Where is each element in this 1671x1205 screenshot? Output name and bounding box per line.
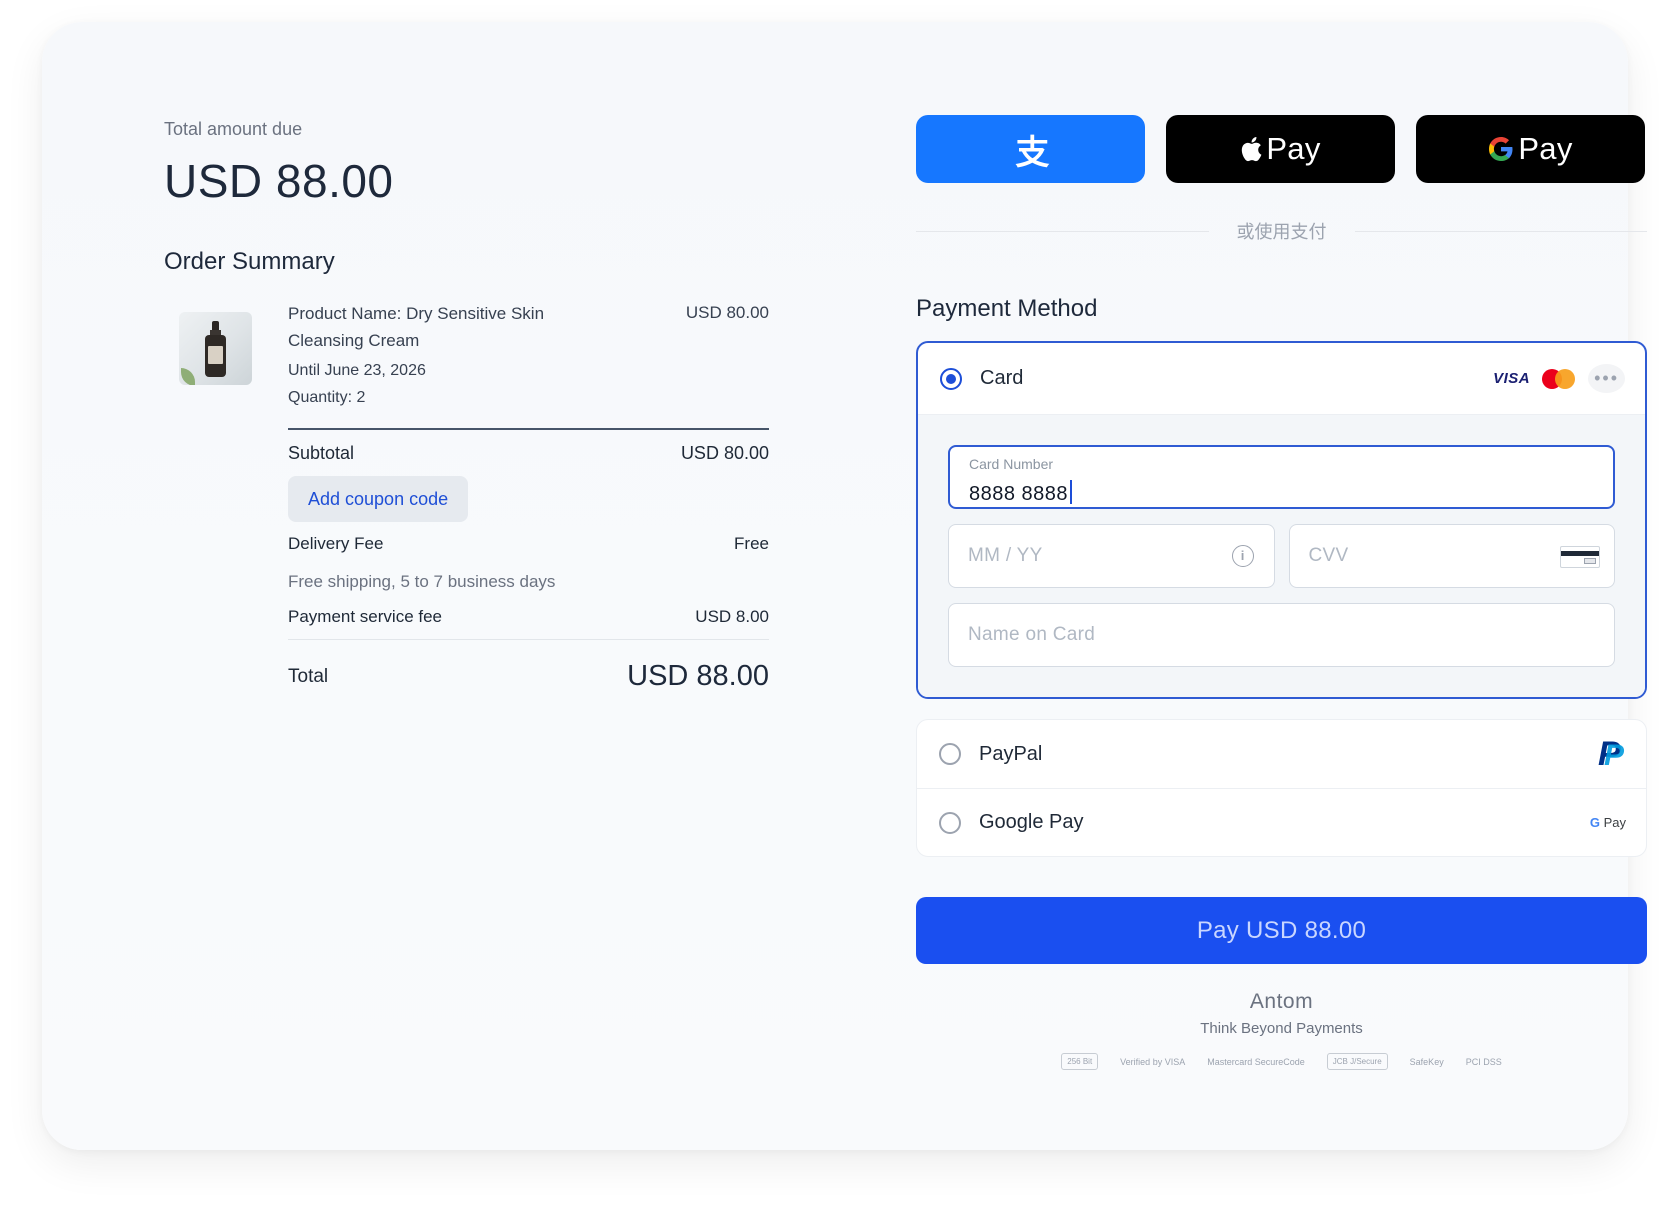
product-price: USD 80.00 (685, 303, 769, 322)
cvv-placeholder: CVV (1308, 545, 1349, 566)
name-on-card-field[interactable]: Name on Card (948, 603, 1615, 667)
card-number-label: Card Number (969, 456, 1054, 472)
product-info: Product Name: Dry Sensitive Skin Cleansi… (288, 300, 578, 407)
delivery-fee-row: Delivery Fee Free (288, 534, 769, 554)
other-payment-options: PayPal P P Google Pay G Pay (916, 719, 1647, 857)
jcb-badge: JCB J/Secure (1326, 1053, 1388, 1070)
wallet-buttons: 支 Pay Pay (916, 115, 1647, 183)
apple-pay-text: Pay (1266, 131, 1321, 166)
google-pay-text: Pay (1518, 131, 1573, 166)
total-value: USD 88.00 (627, 660, 769, 692)
paypal-icon: P P (1598, 735, 1625, 773)
order-summary-title: Order Summary (164, 248, 335, 275)
product-quantity: Quantity: 2 (288, 389, 366, 406)
paypal-option[interactable]: PayPal P P (917, 720, 1646, 788)
expiry-field[interactable]: MM / YY i (948, 524, 1275, 588)
card-option-label: Card (980, 367, 1024, 389)
cvv-field[interactable]: CVV (1288, 524, 1615, 588)
google-icon (1489, 137, 1513, 161)
total-row: Total USD 88.00 (288, 660, 769, 693)
google-pay-icon: G Pay (1589, 815, 1626, 830)
add-coupon-button[interactable]: Add coupon code (288, 476, 469, 522)
summary-divider (288, 428, 769, 430)
service-fee-value: USD 8.00 (695, 607, 769, 626)
delivery-fee-label: Delivery Fee (288, 534, 384, 553)
or-divider-text: 或使用支付 (1236, 222, 1327, 242)
card-number-value: 8888 8888 (969, 480, 1073, 506)
or-divider: 或使用支付 (916, 219, 1647, 243)
total-label: Total (288, 665, 329, 687)
ssl-badge: 256 Bit (1061, 1053, 1099, 1070)
payment-method-title: Payment Method (916, 295, 1098, 322)
checkout-card: Total amount due USD 88.00 Order Summary… (42, 22, 1647, 1150)
amount-due-value: USD 88.00 (164, 155, 394, 207)
google-pay-option-label: Google Pay (979, 811, 1084, 833)
name-on-card-placeholder: Name on Card (968, 624, 1096, 645)
mastercard-securecode-badge: Mastercard SecureCode (1207, 1056, 1305, 1067)
service-fee-row: Payment service fee USD 8.00 (288, 607, 769, 627)
visa-icon: VISA (1493, 370, 1531, 387)
amount-due-label: Total amount due (164, 119, 303, 139)
tagline: Think Beyond Payments (1200, 1020, 1363, 1037)
antom-logo: Antom (1249, 990, 1314, 1013)
safekey-badge: SafeKey (1409, 1056, 1444, 1067)
total-divider (288, 639, 769, 640)
info-icon[interactable]: i (1231, 545, 1254, 567)
more-icon[interactable]: ••• (1588, 364, 1625, 393)
checkout-page: Total amount due USD 88.00 Order Summary… (0, 0, 1671, 1205)
card-brands: VISA ••• (1493, 364, 1625, 393)
product-name: Product Name: Dry Sensitive Skin Cleansi… (288, 304, 545, 350)
card-option: Card VISA ••• Card Number 8888 8888 MM /… (916, 341, 1647, 699)
card-option-header[interactable]: Card VISA ••• (918, 343, 1645, 415)
footer: Antom Think Beyond Payments 256 Bit Veri… (916, 990, 1647, 1070)
paypal-option-label: PayPal (979, 742, 1043, 765)
apple-icon (1242, 137, 1262, 162)
product-item: Product Name: Dry Sensitive Skin Cleansi… (164, 300, 769, 428)
verified-by-visa-badge: Verified by VISA (1120, 1056, 1186, 1067)
google-pay-button[interactable]: Pay (1416, 115, 1645, 183)
apple-pay-button[interactable]: Pay (1166, 115, 1395, 183)
mastercard-icon (1542, 368, 1576, 389)
card-number-field[interactable]: Card Number 8888 8888 (948, 445, 1615, 509)
expiry-cvv-row: MM / YY i CVV (948, 524, 1615, 588)
payment-panel: 支 Pay Pay 或使用支付 Payment Method Card VISA… (916, 115, 1647, 1070)
card-radio[interactable] (940, 367, 962, 390)
service-fee-label: Payment service fee (288, 607, 443, 626)
subtotal-value: USD 80.00 (680, 443, 769, 463)
paypal-radio[interactable] (939, 743, 961, 765)
pay-button[interactable]: Pay USD 88.00 (916, 897, 1647, 964)
subtotal-row: Subtotal USD 80.00 (288, 443, 769, 464)
subtotal-label: Subtotal (288, 443, 355, 463)
shipping-note: Free shipping, 5 to 7 business days (288, 572, 556, 591)
expiry-placeholder: MM / YY (968, 545, 1043, 566)
totals-section: Subtotal USD 80.00 Add coupon code Deliv… (288, 428, 769, 693)
security-badges: 256 Bit Verified by VISA Mastercard Secu… (916, 1053, 1647, 1070)
card-form: Card Number 8888 8888 MM / YY i CVV Name… (918, 415, 1645, 697)
order-summary-panel: Total amount due USD 88.00 Order Summary… (164, 119, 769, 693)
product-until: Until June 23, 2026 (288, 362, 426, 379)
alipay-icon: 支 (1015, 133, 1050, 172)
pci-dss-badge: PCI DSS (1465, 1056, 1502, 1067)
delivery-fee-value: Free (734, 534, 769, 553)
product-image (179, 312, 252, 385)
alipay-button[interactable]: 支 (916, 115, 1145, 183)
google-pay-option[interactable]: Google Pay G Pay (917, 788, 1646, 856)
cvv-card-icon (1560, 546, 1600, 568)
google-pay-radio[interactable] (939, 811, 961, 834)
